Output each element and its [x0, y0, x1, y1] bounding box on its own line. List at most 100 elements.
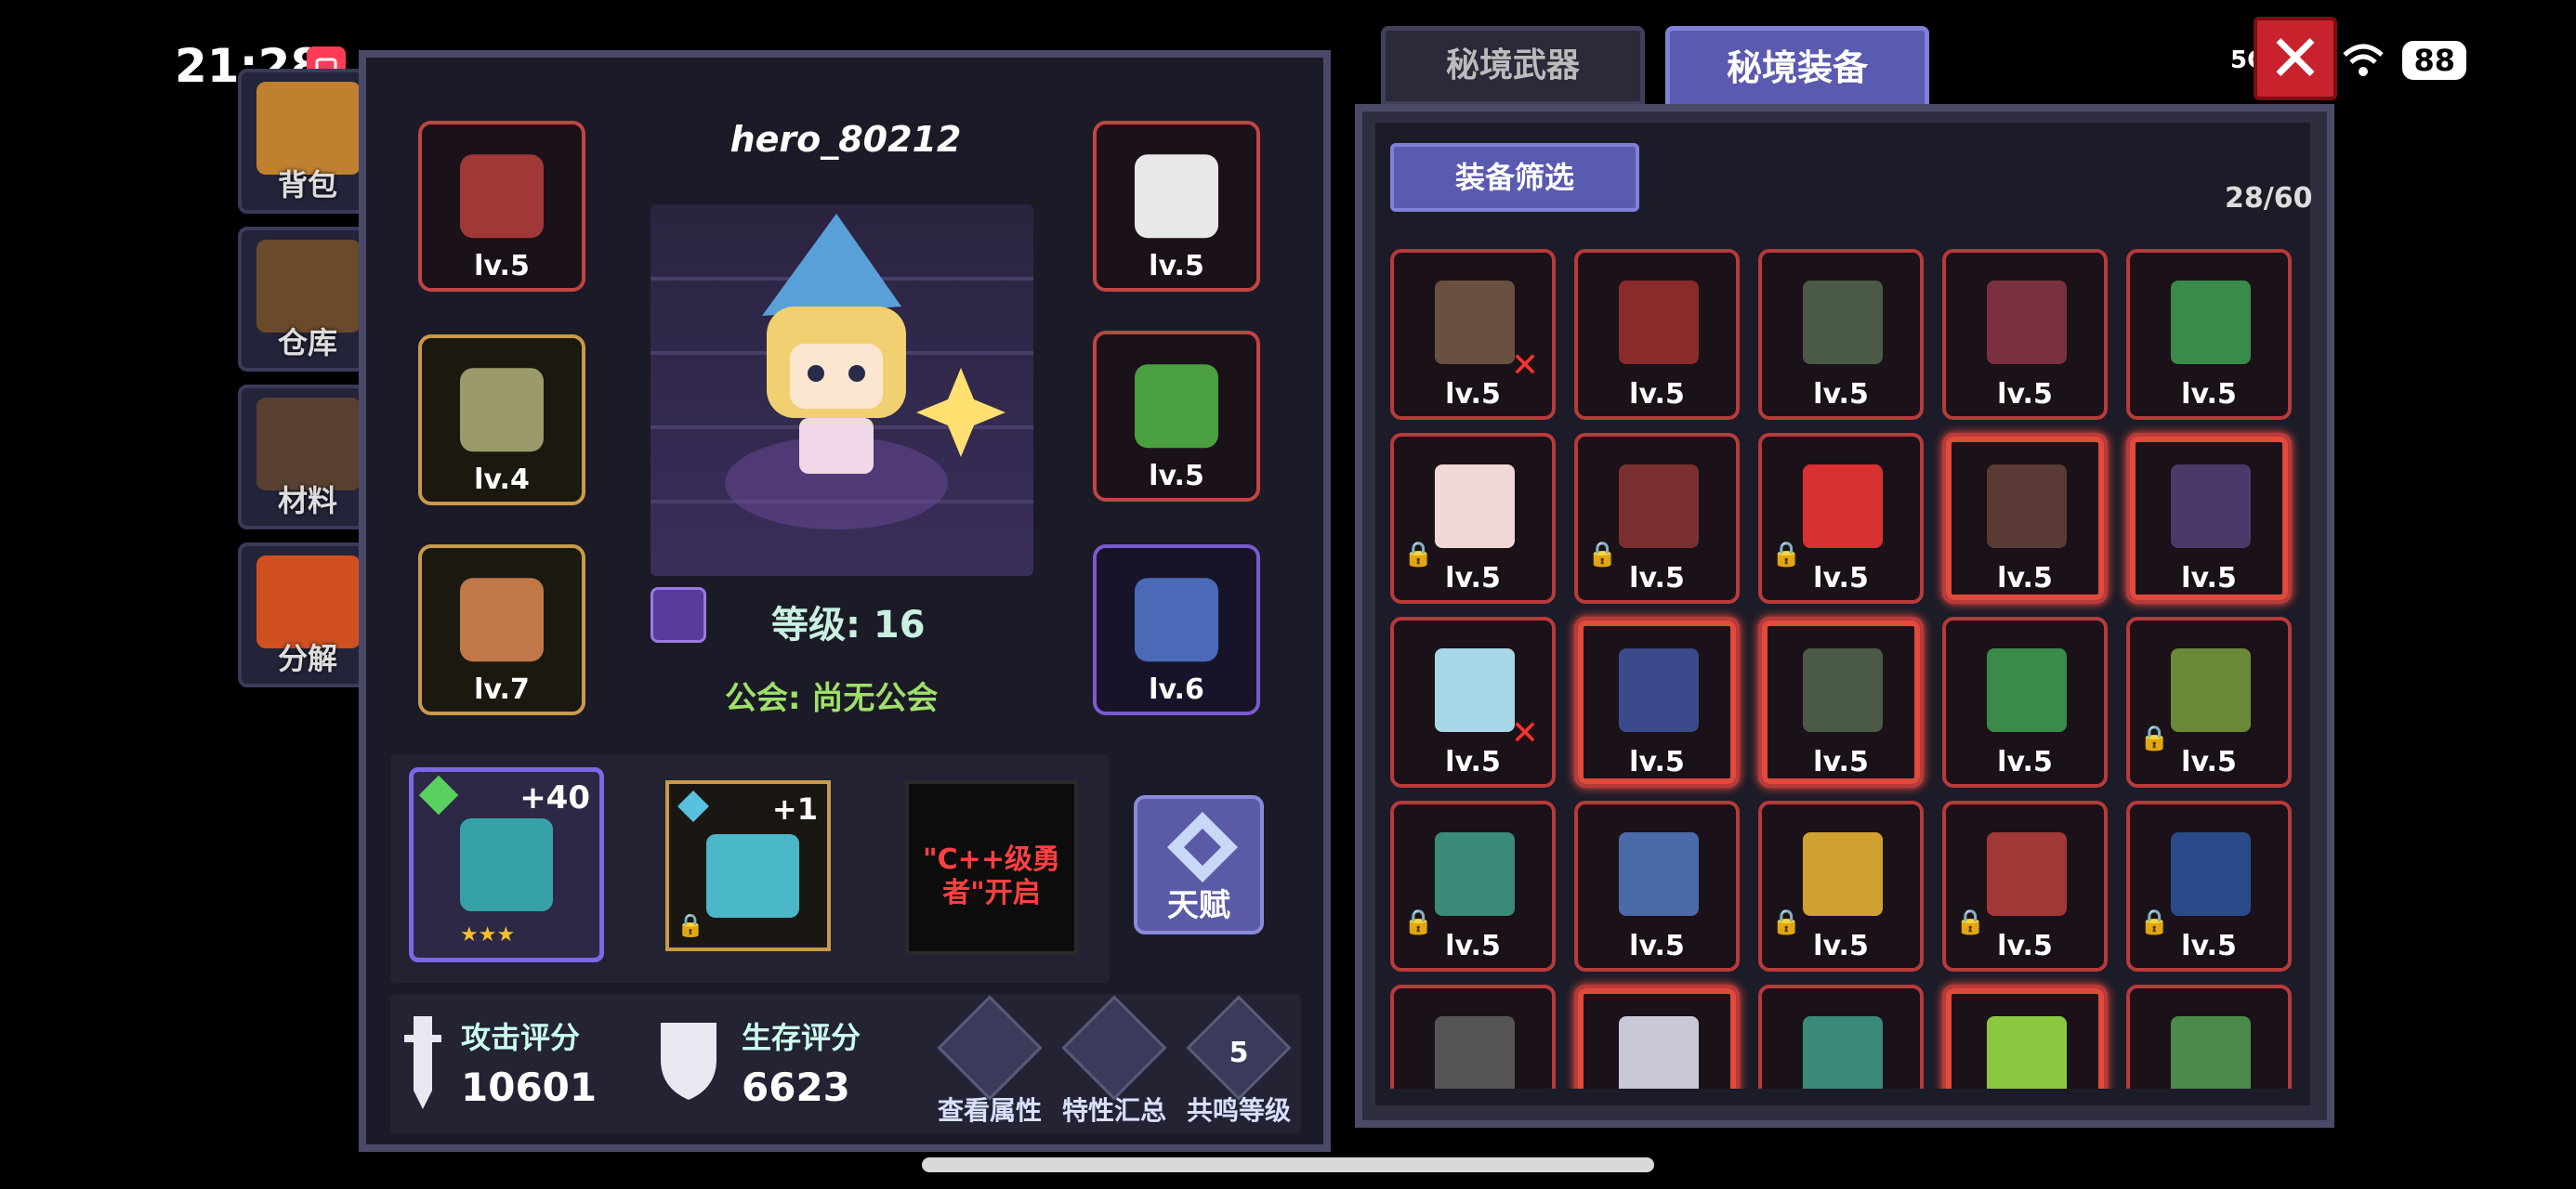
equip-slot-left-1[interactable]: lv.5 — [418, 121, 585, 292]
inventory-item[interactable]: lv.5 — [1942, 249, 2108, 420]
item-sprite — [1803, 281, 1883, 364]
item-level: lv.5 — [1445, 562, 1501, 594]
item-level: lv.5 — [1445, 930, 1501, 962]
item-level: lv.5 — [2181, 746, 2237, 778]
item-level: lv.5 — [1997, 930, 2053, 962]
item-sprite — [1987, 1016, 2067, 1089]
home-indicator[interactable] — [922, 1157, 1654, 1172]
inventory-item[interactable]: 🔒 lv.5 — [1390, 801, 1556, 972]
talent-label: 天赋 — [1167, 887, 1230, 924]
bag-icon — [256, 82, 361, 175]
sidebar-item-label: 分解 — [277, 641, 337, 676]
equip-sprite — [1135, 364, 1218, 449]
inventory-item[interactable]: lv.5 — [2126, 249, 2292, 420]
inventory-item[interactable]: 🔒 lv.5 — [1758, 433, 1924, 604]
inventory-item[interactable]: lv.5 — [1758, 617, 1924, 788]
inventory-item[interactable] — [1758, 985, 1924, 1089]
equip-slot-right-3[interactable]: lv.6 — [1093, 544, 1260, 715]
item-sprite — [1619, 1016, 1699, 1089]
cauldron-icon — [256, 555, 361, 648]
tab-secret-weapons[interactable]: 秘境武器 — [1381, 26, 1645, 106]
weapon-sprite — [460, 818, 553, 911]
pet-card[interactable]: +1 🔒 — [665, 780, 831, 951]
inventory-item[interactable] — [2126, 985, 2292, 1089]
locked-slot-card[interactable]: "C++级勇者"开启 — [905, 780, 1078, 955]
inventory-item[interactable]: 🔒 lv.5 — [1574, 433, 1740, 604]
equip-level: lv.5 — [474, 250, 530, 282]
item-level: lv.5 — [1997, 746, 2053, 778]
inventory-item[interactable]: lv.5 — [2126, 433, 2292, 604]
inventory-item[interactable]: 🔒 lv.5 — [2126, 617, 2292, 788]
inventory-grid: ✕ lv.5 lv.5 lv.5 lv.5 lv.5 🔒 lv.5 🔒 lv.5 🔒 lv.5 lv.5… — [1390, 249, 2301, 1089]
equip-slot-left-3[interactable]: lv.7 — [418, 544, 585, 715]
equipment-filter-button[interactable]: 装备筛选 — [1390, 143, 1639, 212]
survival-score-label: 生存评分 — [742, 1020, 861, 1055]
inventory-item[interactable]: ✕ lv.5 — [1390, 249, 1556, 420]
equip-sprite — [460, 578, 544, 662]
item-level: lv.5 — [1445, 746, 1501, 778]
item-level: lv.5 — [1629, 378, 1685, 411]
item-sprite — [1803, 832, 1883, 916]
sidebar-item-bag[interactable]: 背包 — [238, 69, 377, 214]
item-sprite — [1803, 648, 1883, 732]
gem-icon — [677, 790, 709, 822]
inventory-item[interactable]: lv.5 — [1942, 617, 2108, 788]
inventory-item[interactable] — [1390, 985, 1556, 1089]
item-sprite — [1435, 832, 1515, 916]
sidebar-item-materials[interactable]: 材料 — [238, 385, 377, 529]
sidebar-item-disassemble[interactable]: 分解 — [238, 542, 377, 687]
chest-icon — [256, 240, 361, 333]
equip-slot-left-2[interactable]: lv.4 — [418, 334, 585, 505]
inventory-item[interactable]: 🔒 lv.5 — [2126, 801, 2292, 972]
talent-icon — [1167, 812, 1238, 882]
trait-summary-button[interactable]: 特性汇总 — [1054, 995, 1175, 1128]
item-level: lv.5 — [1997, 562, 2053, 594]
item-level: lv.5 — [1629, 746, 1685, 778]
inventory-item[interactable] — [1942, 985, 2108, 1089]
materials-icon — [256, 398, 361, 490]
equip-sprite — [460, 368, 544, 452]
equip-level: lv.7 — [474, 673, 530, 706]
item-sprite — [1987, 281, 2067, 364]
item-sprite — [2171, 464, 2251, 548]
item-level: lv.5 — [1813, 378, 1869, 411]
item-sprite — [1619, 281, 1699, 364]
view-attributes-button[interactable]: 查看属性 — [929, 995, 1050, 1128]
talent-button[interactable]: 天赋 — [1134, 795, 1264, 934]
equip-level: lv.4 — [474, 464, 530, 496]
item-level: lv.5 — [1629, 930, 1685, 962]
pet-plus: +1 — [771, 791, 818, 827]
close-icon[interactable]: ✕ — [2254, 17, 2337, 100]
item-level: lv.5 — [2181, 930, 2237, 962]
inventory-item[interactable]: lv.5 — [1574, 617, 1740, 788]
inventory-item[interactable]: lv.5 — [1942, 433, 2108, 604]
tab-secret-equipment[interactable]: 秘境装备 — [1665, 26, 1929, 110]
inventory-item[interactable]: ✕ lv.5 — [1390, 617, 1556, 788]
wifi-icon — [2343, 44, 2385, 76]
attack-score-value: 10601 — [461, 1065, 598, 1110]
hero-guild: 公会: 尚无公会 — [725, 680, 939, 717]
weapon-card[interactable]: +40 ★★★ — [409, 767, 604, 962]
inventory-item[interactable]: 🔒 lv.5 — [1942, 801, 2108, 972]
item-sprite — [1987, 648, 2067, 732]
inventory-item[interactable]: 🔒 lv.5 — [1758, 801, 1924, 972]
inventory-item[interactable]: 🔒 lv.5 — [1390, 433, 1556, 604]
item-sprite — [2171, 281, 2251, 364]
equip-slot-right-1[interactable]: lv.5 — [1093, 121, 1260, 292]
inventory-item[interactable]: lv.5 — [1574, 801, 1740, 972]
inventory-item[interactable]: lv.5 — [1758, 249, 1924, 420]
inventory-item[interactable] — [1574, 985, 1740, 1089]
resonance-level-button[interactable]: 5 共鸣等级 — [1178, 995, 1299, 1128]
item-sprite — [1987, 832, 2067, 916]
item-level: lv.5 — [1813, 930, 1869, 962]
score-panel: 攻击评分 10601 生存评分 6623 查看属性 特性汇总 5 共鸣等级 — [390, 994, 1301, 1133]
inventory-item[interactable]: lv.5 — [1574, 249, 1740, 420]
shield-icon — [661, 1023, 716, 1100]
equip-slot-right-2[interactable]: lv.5 — [1093, 331, 1260, 502]
survival-score-value: 6623 — [742, 1065, 850, 1110]
lock-icon: 🔒 — [677, 912, 704, 938]
item-level: lv.5 — [1629, 562, 1685, 594]
equip-sprite — [460, 154, 544, 239]
item-sprite — [1435, 1016, 1515, 1089]
sidebar-item-warehouse[interactable]: 仓库 — [238, 227, 377, 372]
